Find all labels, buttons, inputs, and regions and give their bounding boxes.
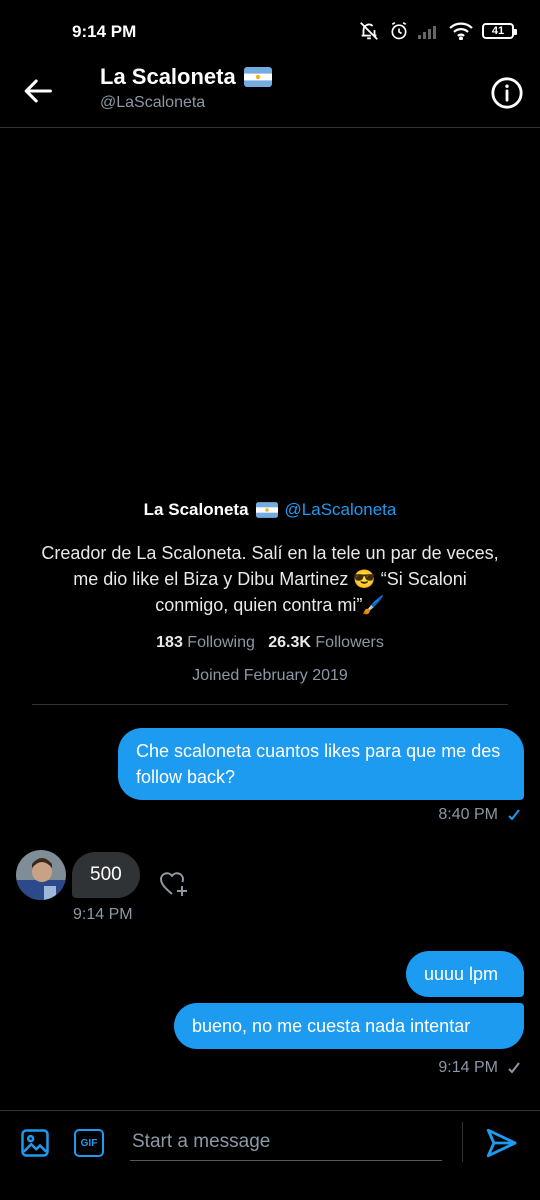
battery-level: 41 — [491, 25, 505, 37]
message-bubble-incoming[interactable]: 500 — [72, 852, 140, 898]
battery-icon: 41 — [482, 23, 517, 39]
profile-handle: @LaScaloneta — [284, 500, 397, 519]
check-icon — [508, 1062, 520, 1074]
message-timestamp: 8:40 PM — [438, 806, 522, 824]
message-timestamp: 9:14 PM — [438, 1059, 522, 1077]
gif-icon[interactable]: GIF — [74, 1129, 104, 1157]
header-divider — [0, 127, 540, 128]
alarm-icon — [391, 21, 407, 40]
signal-icon — [418, 26, 436, 39]
profile-counts: 183 Following 26.3K Followers — [0, 634, 540, 652]
argentina-flag-icon — [243, 67, 272, 87]
message-bubble-outgoing[interactable]: uuuu lpm — [406, 951, 524, 997]
timestamp-text: 8:40 PM — [438, 806, 498, 823]
compose-divider — [0, 1110, 540, 1111]
send-icon[interactable] — [484, 1126, 518, 1160]
back-arrow-icon[interactable] — [22, 74, 56, 108]
header-name: La Scaloneta — [100, 64, 236, 89]
wifi-icon — [449, 22, 473, 40]
conversation-header[interactable]: La Scaloneta @LaScaloneta — [100, 64, 272, 112]
status-icons: 41 — [358, 20, 517, 42]
message-bubble-outgoing[interactable]: Che scaloneta cuantos likes para que me … — [118, 728, 524, 800]
header-handle: @LaScaloneta — [100, 94, 206, 111]
argentina-flag-icon — [255, 502, 278, 518]
followers-count: 26.3K — [268, 634, 311, 651]
message-bubble-outgoing[interactable]: bueno, no me cuesta nada intentar — [174, 1003, 524, 1049]
profile-bio: Creador de La Scaloneta. Salí en la tele… — [41, 543, 499, 615]
joined-date: Joined February 2019 — [192, 667, 348, 684]
following-label: Following — [187, 634, 255, 651]
profile-divider — [32, 704, 508, 705]
image-icon[interactable] — [20, 1128, 50, 1158]
following-link[interactable]: 183 Following — [156, 634, 255, 651]
timestamp-text: 9:14 PM — [438, 1059, 498, 1076]
info-icon[interactable] — [490, 76, 524, 110]
check-icon — [508, 809, 520, 821]
followers-link[interactable]: 26.3K Followers — [268, 634, 384, 651]
status-time: 9:14 PM — [72, 22, 137, 41]
mute-icon — [360, 22, 378, 40]
message-timestamp: 9:14 PM — [73, 906, 133, 923]
heart-plus-icon[interactable] — [158, 868, 190, 900]
profile-summary: La Scaloneta @LaScaloneta Creador de La … — [0, 500, 540, 685]
followers-label: Followers — [315, 634, 384, 651]
avatar[interactable] — [16, 850, 66, 900]
message-input[interactable] — [130, 1124, 442, 1161]
following-count: 183 — [156, 634, 183, 651]
profile-name-row[interactable]: La Scaloneta @LaScaloneta — [0, 500, 540, 520]
profile-name: La Scaloneta — [143, 500, 249, 519]
header-title: La Scaloneta — [100, 64, 272, 90]
compose-separator — [462, 1122, 463, 1162]
